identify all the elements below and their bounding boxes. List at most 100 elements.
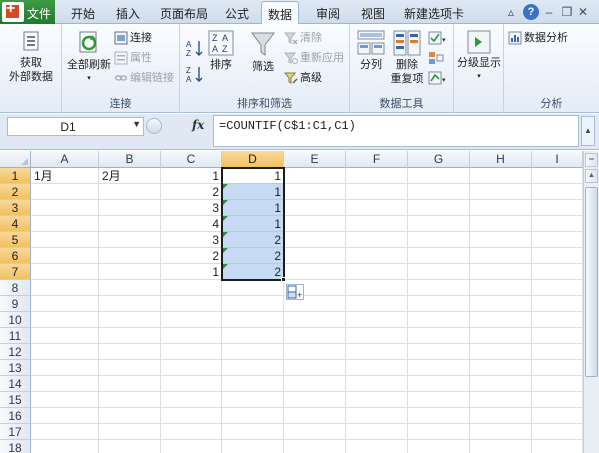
auto-fill-options-button[interactable]: + <box>286 284 304 300</box>
tab-insert[interactable]: 插入 <box>116 5 140 22</box>
help-icon[interactable]: ? <box>523 4 539 20</box>
cell-c1[interactable]: 1 <box>161 168 222 184</box>
insert-function-icon[interactable]: fx <box>192 118 204 132</box>
restore-icon[interactable]: ❐ <box>559 4 575 20</box>
column-header-e[interactable]: E <box>284 151 346 168</box>
tab-page-layout[interactable]: 页面布局 <box>160 5 208 22</box>
sort-button[interactable]: Z A A Z 排序 <box>206 30 236 72</box>
row-header-9[interactable]: 9 <box>0 296 31 312</box>
chevron-down-icon[interactable]: ▼ <box>132 119 141 129</box>
select-all-button[interactable] <box>0 151 31 168</box>
sort-z-to-a-button[interactable]: ZA <box>186 64 204 89</box>
row-header-4[interactable]: 4 <box>0 216 31 232</box>
column-header-f[interactable]: F <box>346 151 408 168</box>
row-header-18[interactable]: 18 <box>0 440 31 453</box>
row-header-16[interactable]: 16 <box>0 408 31 424</box>
cell-c3[interactable]: 3 <box>161 200 222 216</box>
column-header-a[interactable]: A <box>31 151 99 168</box>
column-header-d[interactable]: D <box>222 151 284 168</box>
row-header-17[interactable]: 17 <box>0 424 31 440</box>
reapply-button[interactable]: 重新应用 <box>284 50 344 66</box>
vertical-scrollbar[interactable]: ═ ▲ <box>583 151 599 453</box>
tab-file[interactable]: 文件 <box>0 0 55 24</box>
what-if-button[interactable]: ▾ <box>428 70 448 86</box>
edit-links-button[interactable]: 编辑链接 <box>114 70 174 86</box>
minimize-icon[interactable]: – <box>541 4 557 20</box>
row-header-5[interactable]: 5 <box>0 232 31 248</box>
error-indicator-icon[interactable] <box>223 248 228 253</box>
row-header-6[interactable]: 6 <box>0 248 31 264</box>
cell-d7[interactable]: 2 <box>222 264 284 280</box>
connections-button[interactable]: 连接 <box>114 30 152 46</box>
row-header-2[interactable]: 2 <box>0 184 31 200</box>
split-handle-icon[interactable]: ═ <box>585 153 598 167</box>
row-header-8[interactable]: 8 <box>0 280 31 296</box>
row-header-13[interactable]: 13 <box>0 360 31 376</box>
remove-duplicates-button[interactable]: 删除 重复项 <box>390 30 424 86</box>
row-header-1[interactable]: 1 <box>0 168 31 184</box>
scrollbar-thumb[interactable] <box>585 187 598 377</box>
cell-c5[interactable]: 3 <box>161 232 222 248</box>
tab-new[interactable]: 新建选项卡 <box>404 5 464 22</box>
get-external-data-button[interactable]: 获取 外部数据 <box>4 30 58 84</box>
cell-d2[interactable]: 1 <box>222 184 284 200</box>
svg-text:A: A <box>222 33 228 43</box>
tab-data[interactable]: 数据 <box>261 1 300 25</box>
scroll-up-icon[interactable]: ▲ <box>585 169 598 183</box>
cell-b1[interactable]: 2月 <box>99 168 161 184</box>
cell-d6[interactable]: 2 <box>222 248 284 264</box>
row-header-14[interactable]: 14 <box>0 376 31 392</box>
row-header-12[interactable]: 12 <box>0 344 31 360</box>
cell-d4[interactable]: 1 <box>222 216 284 232</box>
formula-input[interactable]: =COUNTIF(C$1:C1,C1) <box>213 115 579 147</box>
formula-bar-resize-handle[interactable] <box>146 118 162 134</box>
cell-a1[interactable]: 1月 <box>31 168 99 184</box>
column-header-c[interactable]: C <box>161 151 222 168</box>
error-indicator-icon[interactable] <box>223 184 228 189</box>
row-header-10[interactable]: 10 <box>0 312 31 328</box>
row-header-15[interactable]: 15 <box>0 392 31 408</box>
text-to-columns-button[interactable]: 分列 <box>354 30 388 72</box>
row-header-7[interactable]: 7 <box>0 264 31 280</box>
cell-d3[interactable]: 1 <box>222 200 284 216</box>
data-validation-button[interactable]: ▾ <box>428 30 448 46</box>
cell-c2[interactable]: 2 <box>161 184 222 200</box>
cell-c6[interactable]: 2 <box>161 248 222 264</box>
error-indicator-icon[interactable] <box>223 216 228 221</box>
consolidate-button[interactable] <box>428 50 444 66</box>
row-header-3[interactable]: 3 <box>0 200 31 216</box>
cell-c7[interactable]: 1 <box>161 264 222 280</box>
row-gridline <box>31 279 583 280</box>
worksheet-grid[interactable]: ABCDEFGHI 1 2 3 4 5 6 7 8 9 10 11 12 13 14 15 16 17 18 1月… <box>0 151 583 453</box>
error-indicator-icon[interactable] <box>223 232 228 237</box>
caret-up-icon[interactable]: ▵ <box>503 4 519 20</box>
tab-review[interactable]: 审阅 <box>316 5 340 22</box>
cell-c4[interactable]: 4 <box>161 216 222 232</box>
error-indicator-icon[interactable] <box>223 200 228 205</box>
data-analysis-button[interactable]: 数据分析 <box>508 30 568 46</box>
clear-filter-button[interactable]: 清除 <box>284 30 322 46</box>
fill-handle[interactable] <box>281 277 286 282</box>
cell-d1[interactable]: 1 <box>222 168 284 184</box>
tab-view[interactable]: 视图 <box>361 5 385 22</box>
name-box[interactable]: D1 ▼ <box>7 117 144 136</box>
refresh-all-button[interactable]: 全部刷新 ▾ <box>65 30 113 86</box>
column-header-i[interactable]: I <box>532 151 583 168</box>
properties-label: 属性 <box>130 52 152 64</box>
column-header-g[interactable]: G <box>408 151 470 168</box>
column-header-b[interactable]: B <box>99 151 161 168</box>
filter-button[interactable]: 筛选 <box>246 30 280 74</box>
close-icon[interactable]: ✕ <box>575 4 591 20</box>
error-indicator-icon[interactable] <box>223 264 228 269</box>
advanced-filter-button[interactable]: 高级 <box>284 70 322 86</box>
properties-button[interactable]: 属性 <box>114 50 152 66</box>
filter-label: 筛选 <box>252 61 274 73</box>
tab-home[interactable]: 开始 <box>71 5 95 22</box>
tab-formulas[interactable]: 公式 <box>225 5 249 22</box>
sort-a-to-z-button[interactable]: AZ <box>186 38 204 63</box>
cell-d5[interactable]: 2 <box>222 232 284 248</box>
row-header-11[interactable]: 11 <box>0 328 31 344</box>
outline-button[interactable]: 分级显示 ▾ <box>456 30 502 84</box>
expand-formula-bar-icon[interactable]: ▲ <box>581 116 595 146</box>
column-header-h[interactable]: H <box>470 151 532 168</box>
